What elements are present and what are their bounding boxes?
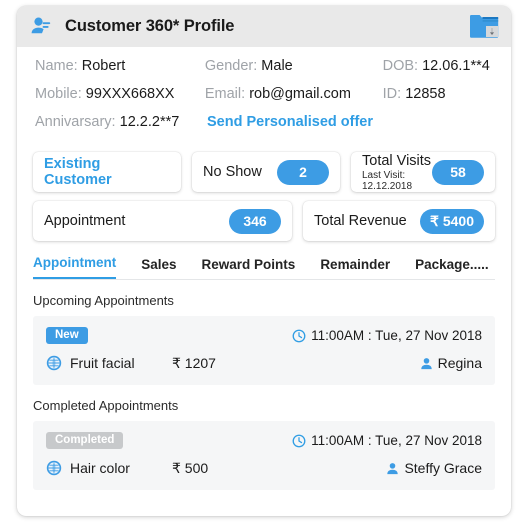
field-anniversary-label: Annivarsary: xyxy=(35,114,116,130)
completed-datetime: 11:00AM : Tue, 27 Nov 2018 xyxy=(311,433,482,448)
stat-total-revenue[interactable]: Total Revenue ₹ 5400 xyxy=(303,201,495,241)
no-show-label: No Show xyxy=(203,164,262,180)
tab-appointment[interactable]: Appointment xyxy=(33,255,117,279)
completed-staff-wrap: Steffy Grace xyxy=(386,460,482,476)
field-gender: Gender: Male xyxy=(205,58,383,74)
send-offer-link-wrap: Send Personalised offer xyxy=(207,114,387,130)
field-gender-value: Male xyxy=(261,58,293,74)
tab-package[interactable]: Package..... xyxy=(415,257,489,279)
stat-total-visits[interactable]: Total Visits Last Visit: 12.12.2018 58 xyxy=(351,152,495,192)
field-mobile-label: Mobile: xyxy=(35,86,82,102)
upcoming-datetime-wrap: 11:00AM : Tue, 27 Nov 2018 xyxy=(292,328,482,343)
completed-staff-name: Steffy Grace xyxy=(404,460,482,476)
completed-service-name: Hair color xyxy=(70,460,130,476)
completed-section-title: Completed Appointments xyxy=(33,398,179,413)
service-globe-icon xyxy=(46,355,62,371)
stat-appointment[interactable]: Appointment 346 xyxy=(33,201,292,241)
user-icon xyxy=(386,462,399,475)
completed-row-top: Completed 11:00AM : Tue, 27 Nov 2018 xyxy=(46,430,482,451)
appointment-label: Appointment xyxy=(44,213,126,229)
field-anniversary: Annivarsary: 12.2.2**7 xyxy=(35,114,207,130)
clock-icon xyxy=(292,434,306,448)
person-head-icon xyxy=(29,15,53,39)
field-id-value: 12858 xyxy=(405,86,446,102)
tab-sales[interactable]: Sales xyxy=(141,257,176,279)
info-row-3: Annivarsary: 12.2.2**7 Send Personalised… xyxy=(17,114,511,142)
field-name-label: Name: xyxy=(35,58,78,74)
stat-no-show[interactable]: No Show 2 xyxy=(192,152,340,192)
field-anniversary-value: 12.2.2**7 xyxy=(119,114,180,130)
upcoming-row-bottom: Fruit facial ₹ 1207 Regina xyxy=(46,351,482,375)
upcoming-row-top: New 11:00AM : Tue, 27 Nov 2018 xyxy=(46,325,482,346)
field-name-value: Robert xyxy=(81,58,126,74)
field-email: Email: rob@gmail.com xyxy=(205,86,383,102)
upcoming-service-price: ₹ 1207 xyxy=(172,354,216,371)
field-gender-label: Gender: xyxy=(204,58,258,74)
field-name: Name: Robert xyxy=(35,58,205,74)
appointment-row-completed[interactable]: Completed 11:00AM : Tue, 27 Nov 2018 Hai… xyxy=(33,421,495,490)
stat-row-2: Appointment 346 Total Revenue ₹ 5400 xyxy=(33,201,495,241)
page-title: Customer 360* Profile xyxy=(65,17,235,35)
completed-row-bottom: Hair color ₹ 500 Steffy Grace xyxy=(46,456,482,480)
stat-row-1: Existing Customer No Show 2 Total Visits… xyxy=(33,152,495,192)
status-badge-new: New xyxy=(46,326,88,345)
field-dob: DOB: 12.06.1**4 xyxy=(383,58,511,74)
send-personalised-offer-link[interactable]: Send Personalised offer xyxy=(207,114,373,130)
upcoming-section-title: Upcoming Appointments xyxy=(33,293,174,308)
upcoming-datetime: 11:00AM : Tue, 27 Nov 2018 xyxy=(311,328,482,343)
upcoming-service-name: Fruit facial xyxy=(70,355,135,371)
total-visits-value: 58 xyxy=(432,159,484,185)
field-dob-value: 12.06.1**4 xyxy=(422,58,490,74)
service-globe-icon xyxy=(46,460,62,476)
info-row-2: Mobile: 99XXX668XX Email: rob@gmail.com … xyxy=(17,86,511,114)
field-id-label: ID: xyxy=(382,86,402,102)
upcoming-appointments-section: Upcoming Appointments New 11:00AM : Tue,… xyxy=(17,293,511,385)
total-visits-text: Total Visits Last Visit: 12.12.2018 xyxy=(362,153,432,192)
customer-profile-card: Customer 360* Profile Name: Robert Gende… xyxy=(17,6,511,516)
tab-remainder[interactable]: Remainder xyxy=(320,257,390,279)
tab-bar: Appointment Sales Reward Points Remainde… xyxy=(33,250,495,280)
status-badge-completed: Completed xyxy=(46,431,124,450)
field-mobile-value: 99XXX668XX xyxy=(85,86,175,102)
no-show-value: 2 xyxy=(277,159,329,185)
last-visit-sublabel: Last Visit: 12.12.2018 xyxy=(362,169,413,192)
completed-appointments-section: Completed Appointments Completed 11:00AM… xyxy=(17,398,511,490)
card-header: Customer 360* Profile xyxy=(17,6,511,47)
user-icon xyxy=(420,357,433,370)
appointment-value: 346 xyxy=(229,208,281,234)
total-visits-label: Total Visits xyxy=(362,152,432,169)
field-id: ID: 12858 xyxy=(383,86,511,102)
stat-existing-customer[interactable]: Existing Customer xyxy=(33,152,181,192)
stat-cards: Existing Customer No Show 2 Total Visits… xyxy=(17,148,511,241)
clock-icon xyxy=(292,329,306,343)
completed-datetime-wrap: 11:00AM : Tue, 27 Nov 2018 xyxy=(292,433,482,448)
folder-download-icon[interactable] xyxy=(469,13,499,39)
existing-customer-label: Existing Customer xyxy=(44,156,112,188)
appointment-row-upcoming[interactable]: New 11:00AM : Tue, 27 Nov 2018 Fruit fac… xyxy=(33,316,495,385)
tab-reward-points[interactable]: Reward Points xyxy=(202,257,296,279)
upcoming-staff-name: Regina xyxy=(437,355,482,371)
field-dob-label: DOB: xyxy=(382,58,419,74)
field-email-value: rob@gmail.com xyxy=(249,86,351,102)
total-revenue-value: ₹ 5400 xyxy=(420,208,484,234)
info-row-1: Name: Robert Gender: Male DOB: 12.06.1**… xyxy=(17,58,511,86)
field-mobile: Mobile: 99XXX668XX xyxy=(35,86,205,102)
upcoming-staff-wrap: Regina xyxy=(420,355,482,371)
completed-service-price: ₹ 500 xyxy=(172,459,209,476)
total-revenue-label: Total Revenue xyxy=(314,213,407,229)
field-email-label: Email: xyxy=(204,86,246,102)
customer-info: Name: Robert Gender: Male DOB: 12.06.1**… xyxy=(17,47,511,148)
